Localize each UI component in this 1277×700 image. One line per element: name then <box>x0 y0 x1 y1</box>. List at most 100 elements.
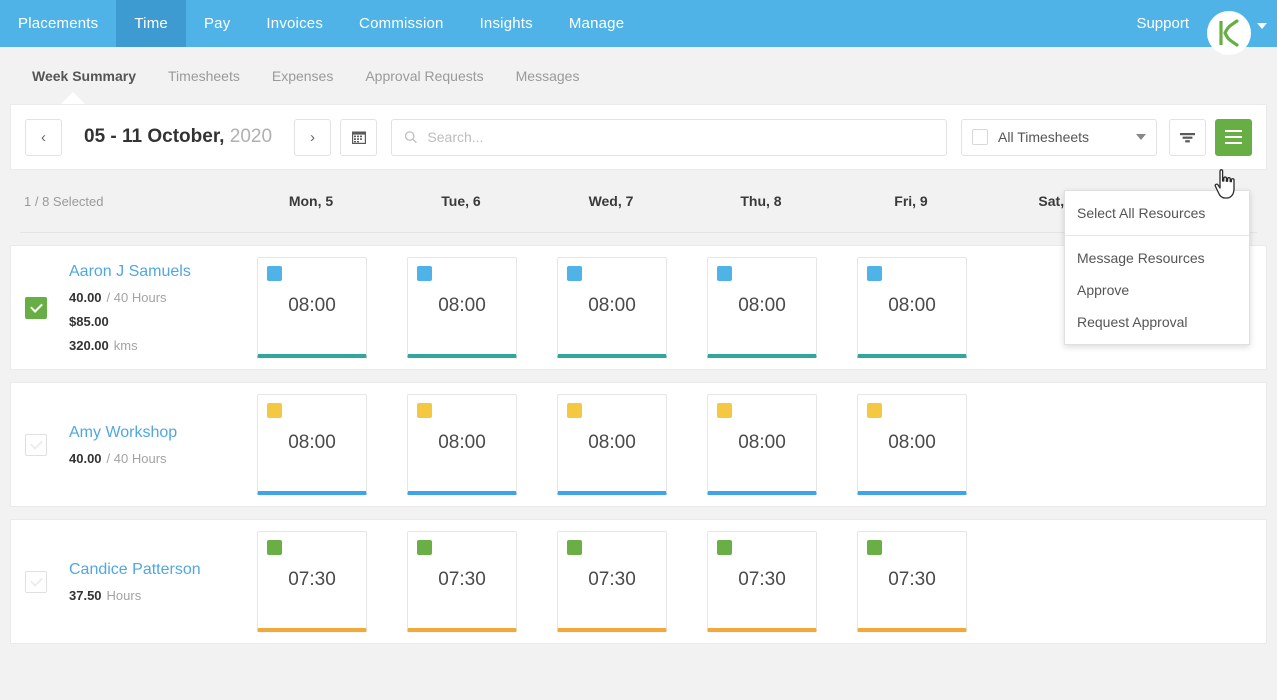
menu-item-message-resources[interactable]: Message Resources <box>1065 242 1249 274</box>
chevron-down-icon[interactable] <box>1136 134 1146 140</box>
table-row: Candice Patterson 37.50 Hours 07:30 07:30 07:… <box>10 519 1267 644</box>
nav-item-commission[interactable]: Commission <box>341 0 462 47</box>
subnav-item-approval-requests[interactable]: Approval Requests <box>349 68 499 84</box>
support-link[interactable]: Support <box>1136 15 1189 32</box>
resource-name-link[interactable]: Aaron J Samuels <box>69 263 237 281</box>
status-badge <box>267 266 282 281</box>
calendar-picker-button[interactable] <box>340 118 378 156</box>
nav-item-manage[interactable]: Manage <box>551 0 642 47</box>
timesheet-cell: 07:30 <box>837 531 987 632</box>
search-icon <box>404 131 417 144</box>
toolbar: ‹ 05 - 11 October, 2020 › Search... All … <box>10 104 1267 170</box>
status-badge <box>867 403 882 418</box>
menu-item-approve[interactable]: Approve <box>1065 274 1249 306</box>
status-badge <box>717 403 732 418</box>
entry-duration: 07:30 <box>888 569 936 590</box>
day-columns: Mon, 5 Tue, 6 Wed, 7 Thu, 8 Fri, 9 Sat, 10 <box>236 193 1136 209</box>
timesheet-entry-card[interactable]: 08:00 <box>557 257 667 358</box>
row-checkbox-cell <box>25 433 59 456</box>
timesheet-entry-card[interactable]: 08:00 <box>257 257 367 358</box>
entry-duration: 08:00 <box>438 295 486 316</box>
subnav-item-timesheets[interactable]: Timesheets <box>152 68 256 84</box>
timesheet-entry-card[interactable]: 07:30 <box>257 531 367 632</box>
menu-separator <box>1065 235 1249 236</box>
timesheet-entry-card[interactable]: 08:00 <box>707 394 817 495</box>
nav-item-pay[interactable]: Pay <box>186 0 248 47</box>
nav-item-time[interactable]: Time <box>116 0 186 47</box>
avatar[interactable] <box>1207 10 1251 55</box>
hours-suffix: Hours <box>106 587 142 603</box>
timesheet-entry-card[interactable]: 07:30 <box>707 531 817 632</box>
entry-duration: 08:00 <box>588 295 636 316</box>
resource-name-link[interactable]: Amy Workshop <box>69 424 237 442</box>
timesheet-cell: 08:00 <box>237 257 387 358</box>
entry-duration: 07:30 <box>738 569 786 590</box>
timesheet-entry-card[interactable]: 08:00 <box>407 257 517 358</box>
search-box[interactable] <box>391 118 947 156</box>
date-range-text: 05 - 11 October, <box>84 126 225 147</box>
timesheet-cells: 07:30 07:30 07:30 07:30 07:30 <box>237 531 1137 632</box>
actions-menu-button[interactable] <box>1215 118 1252 156</box>
kms-suffix: kms <box>113 337 138 353</box>
subnav-item-week-summary[interactable]: Week Summary <box>16 68 152 84</box>
date-year-text: 2020 <box>229 126 273 147</box>
top-nav-right: Support <box>1136 0 1277 55</box>
hours-value: 40.00 <box>69 450 102 466</box>
timesheet-entry-card[interactable]: 08:00 <box>407 394 517 495</box>
filter-button[interactable] <box>1169 118 1206 156</box>
resource-hours: 40.00/ 40 Hours <box>69 451 237 466</box>
search-input[interactable] <box>427 129 934 145</box>
resource-info: Aaron J Samuels 40.00/ 40 Hours $85.00 320.… <box>59 263 237 353</box>
nav-item-invoices[interactable]: Invoices <box>248 0 341 47</box>
entry-duration: 07:30 <box>438 569 486 590</box>
hours-suffix: / 40 Hours <box>106 289 167 305</box>
timesheet-entry-card[interactable]: 08:00 <box>257 394 367 495</box>
resource-hours: 40.00/ 40 Hours <box>69 290 237 305</box>
subnav-item-expenses[interactable]: Expenses <box>256 68 349 84</box>
timesheet-cell: 08:00 <box>837 394 987 495</box>
resource-info: Candice Patterson 37.50 Hours <box>59 561 237 603</box>
resource-name-link[interactable]: Candice Patterson <box>69 561 237 579</box>
previous-week-button[interactable]: ‹ <box>25 118 62 156</box>
status-badge <box>867 540 882 555</box>
row-select-checkbox[interactable] <box>25 570 47 593</box>
timesheet-cell: 08:00 <box>237 394 387 495</box>
calendar-icon <box>351 131 366 144</box>
timesheet-filter-select[interactable]: All Timesheets <box>961 118 1157 156</box>
nav-item-placements[interactable]: Placements <box>0 0 116 47</box>
timesheet-cell: 07:30 <box>687 531 837 632</box>
hours-value: 40.00 <box>69 289 102 305</box>
status-badge <box>417 540 432 555</box>
top-nav-items: Placements Time Pay Invoices Commission Insig… <box>0 0 642 47</box>
timesheet-cell: 08:00 <box>387 394 537 495</box>
timesheet-entry-card[interactable]: 07:30 <box>407 531 517 632</box>
selected-count-label: 1 / 8 Selected <box>24 193 104 209</box>
day-column-header: Thu, 8 <box>740 193 782 209</box>
timesheet-entry-card[interactable]: 08:00 <box>857 394 967 495</box>
timesheet-entry-card[interactable]: 07:30 <box>857 531 967 632</box>
timesheet-cell: 07:30 <box>237 531 387 632</box>
timesheet-cell: 08:00 <box>687 394 837 495</box>
nav-item-insights[interactable]: Insights <box>462 0 551 47</box>
status-badge <box>717 266 732 281</box>
row-select-checkbox[interactable] <box>25 433 47 456</box>
timesheet-entry-card[interactable]: 08:00 <box>557 394 667 495</box>
timesheet-entry-card[interactable]: 08:00 <box>857 257 967 358</box>
next-week-button[interactable]: › <box>294 118 332 156</box>
timesheet-cell: 08:00 <box>837 257 987 358</box>
menu-item-select-all-resources[interactable]: Select All Resources <box>1065 197 1249 229</box>
kms-value: 320.00 <box>69 337 109 353</box>
row-select-checkbox[interactable] <box>25 296 47 319</box>
timesheet-entry-card[interactable]: 08:00 <box>707 257 817 358</box>
menu-item-request-approval[interactable]: Request Approval <box>1065 306 1249 338</box>
entry-duration: 08:00 <box>288 295 336 316</box>
entry-duration: 07:30 <box>288 569 336 590</box>
timesheet-cell: 08:00 <box>387 257 537 358</box>
timesheet-filter-checkbox[interactable] <box>972 129 988 145</box>
timesheet-entry-card[interactable]: 07:30 <box>557 531 667 632</box>
avatar-chevron-down-icon[interactable] <box>1257 22 1267 29</box>
timesheet-filter-label: All Timesheets <box>998 129 1090 145</box>
subnav-item-messages[interactable]: Messages <box>500 68 596 84</box>
resource-kms: 320.00 kms <box>69 338 237 353</box>
status-badge <box>717 540 732 555</box>
